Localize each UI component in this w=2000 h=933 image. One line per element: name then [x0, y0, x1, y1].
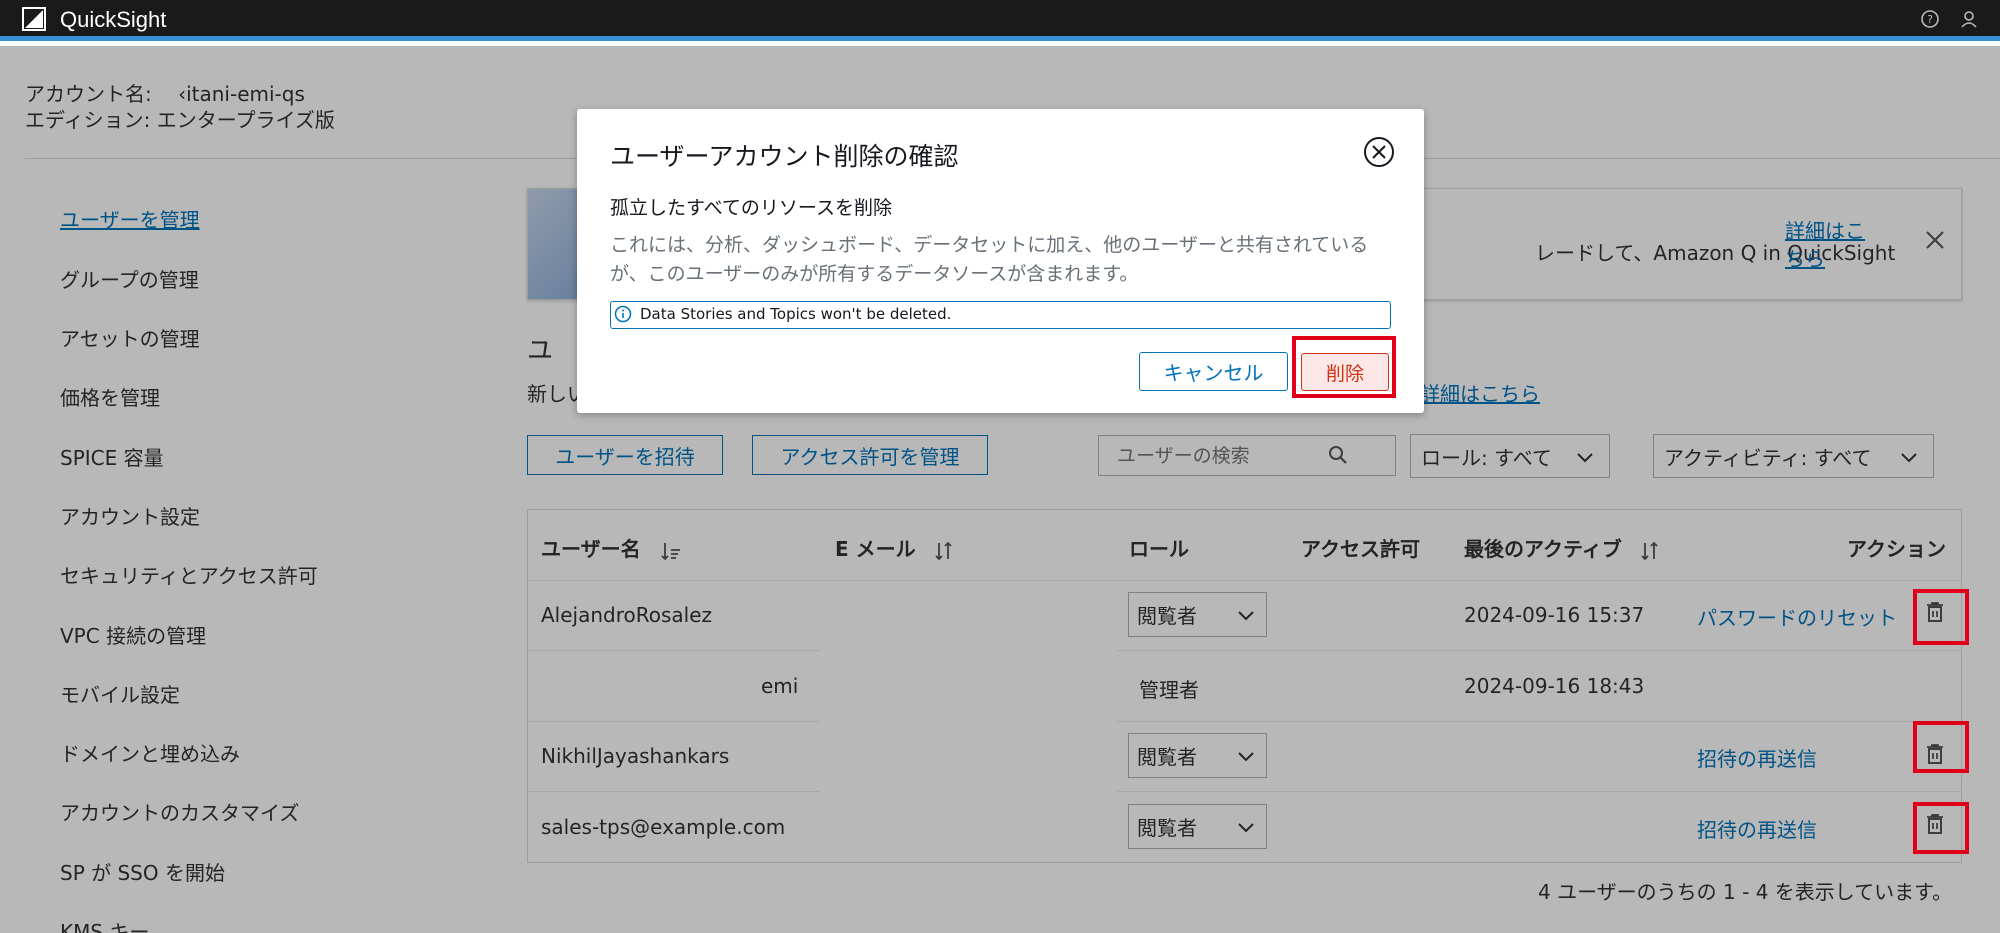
app-title: QuickSight: [60, 7, 167, 32]
highlight-box: [1913, 802, 1969, 854]
dialog-subtitle: 孤立したすべてのリソースを削除: [610, 197, 892, 219]
dialog-title: ユーザーアカウント削除の確認: [610, 142, 959, 171]
svg-text:?: ?: [1927, 13, 1933, 26]
quicksight-logo-icon: [22, 7, 46, 31]
info-icon: [614, 305, 632, 323]
user-icon[interactable]: [1958, 8, 1980, 30]
highlight-box: [1913, 721, 1969, 773]
close-icon[interactable]: [1363, 136, 1395, 168]
dialog-description: これには、分析、ダッシュボード、データセットに加え、他のユーザーと共有されている…: [610, 234, 1369, 285]
cancel-button[interactable]: キャンセル: [1139, 352, 1288, 391]
highlight-box: [1913, 589, 1969, 645]
help-icon[interactable]: ?: [1919, 8, 1941, 30]
info-alert-text: Data Stories and Topics won't be deleted…: [640, 305, 952, 323]
delete-button[interactable]: 削除: [1301, 353, 1389, 391]
top-bar: QuickSight ?: [0, 0, 2000, 41]
